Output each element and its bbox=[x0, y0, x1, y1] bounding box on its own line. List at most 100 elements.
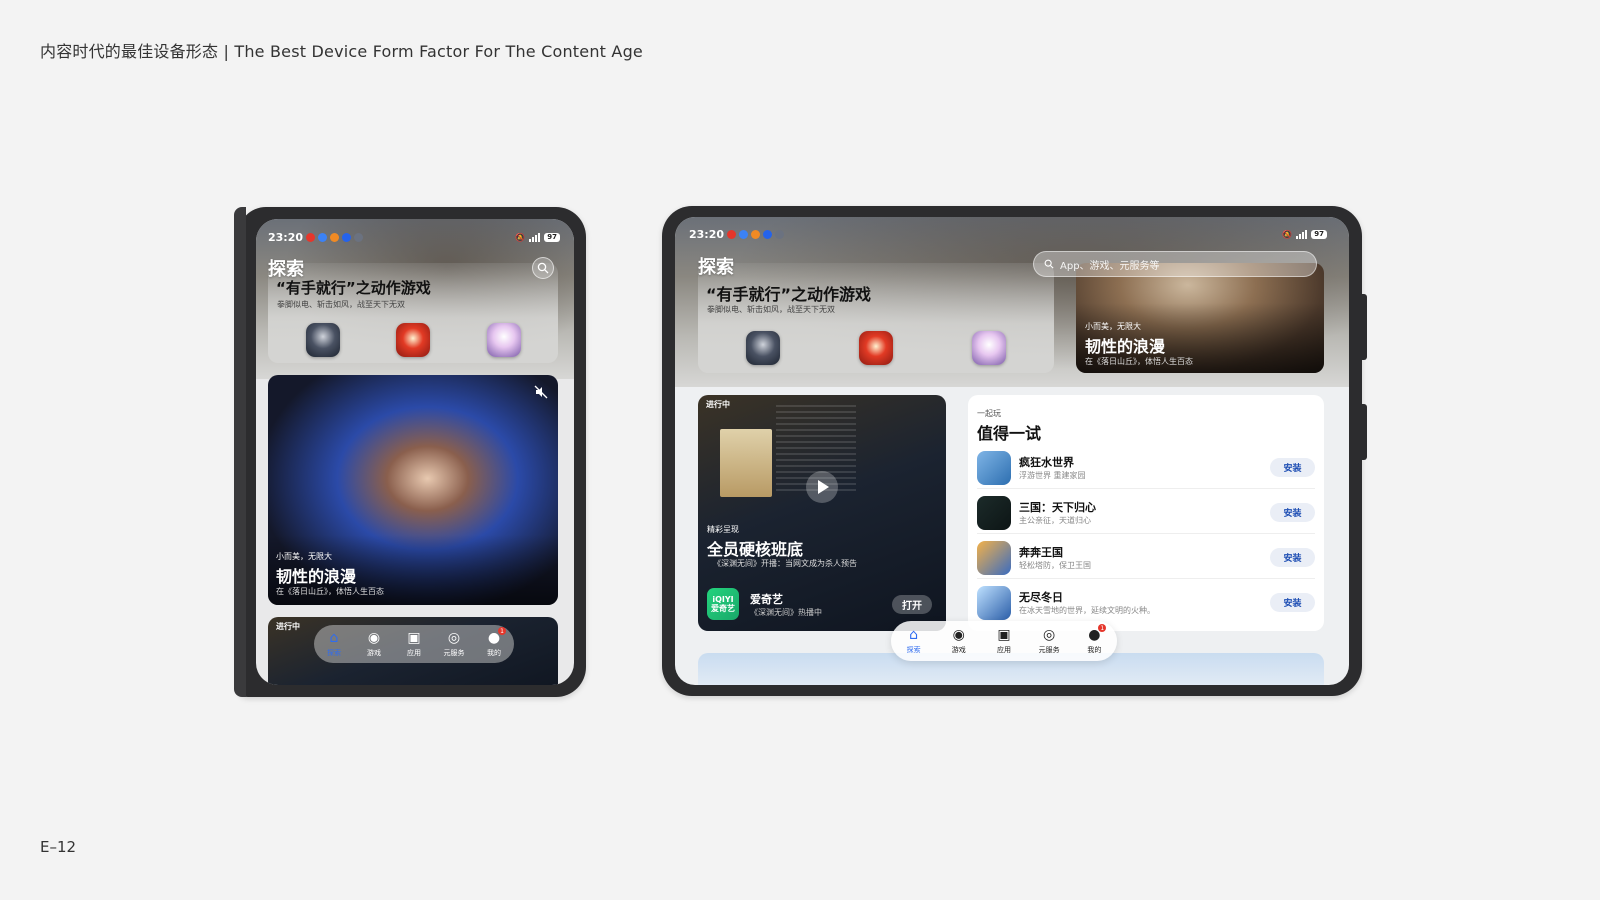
mute-icon[interactable] bbox=[534, 385, 548, 399]
signal-icon bbox=[1296, 229, 1308, 239]
app-name: 无尽冬日 bbox=[1019, 591, 1063, 604]
nav-item-profile[interactable]: ● 1 我的 bbox=[475, 627, 513, 658]
ongoing-app-name: 爱奇艺 bbox=[750, 593, 783, 606]
app-desc: 主公亲征，天道归心 bbox=[1019, 516, 1091, 525]
phone-screen: 23:20 🔕 97 探索 “有手就行”之动作游戏 拳脚似电、斩击如风，战至天下… bbox=[256, 219, 574, 685]
game-icon[interactable] bbox=[972, 331, 1006, 365]
install-button[interactable]: 安装 bbox=[1270, 548, 1315, 567]
signal-icon bbox=[529, 232, 541, 242]
battery-indicator: 97 bbox=[544, 232, 560, 242]
install-button[interactable]: 安装 bbox=[1270, 458, 1315, 477]
home-icon: ⌂ bbox=[909, 627, 919, 643]
list-item[interactable]: 三国：天下归心 主公亲征，天道归心 安装 bbox=[977, 490, 1315, 534]
tablet-device: 23:20 🔕 97 探索 App、游戏、元服务等 “有手就行”之动作游戏 拳脚… bbox=[662, 206, 1367, 696]
notification-icon bbox=[306, 232, 316, 242]
list-item[interactable]: 疯狂水世界 浮游世界 重建家园 安装 bbox=[977, 445, 1315, 489]
video-subtitle: 在《落日山丘》，体悟人生百态 bbox=[276, 587, 384, 596]
ongoing-app-desc: 《深渊无间》热播中 bbox=[750, 608, 822, 617]
video-card[interactable]: 小而美，无限大 韧性的浪漫 在《落日山丘》，体悟人生百态 bbox=[1076, 263, 1324, 373]
explore-title: 探索 bbox=[268, 259, 304, 280]
nav-item-services[interactable]: ◎ 元服务 bbox=[435, 630, 473, 658]
game-icon[interactable] bbox=[306, 323, 340, 357]
service-icon: ◎ bbox=[447, 630, 461, 646]
app-icon[interactable] bbox=[977, 586, 1011, 620]
status-bar: 23:20 🔕 97 bbox=[268, 229, 560, 245]
notification-icon bbox=[330, 232, 340, 242]
apps-icon: ▣ bbox=[407, 630, 421, 646]
search-icon bbox=[537, 262, 549, 274]
try-kicker: 一起玩 bbox=[977, 409, 1001, 418]
notification-icon bbox=[763, 229, 773, 239]
app-icon[interactable] bbox=[977, 541, 1011, 575]
nav-item-explore[interactable]: ⌂ 探索 bbox=[895, 627, 933, 655]
ongoing-kicker: 精彩呈现 bbox=[707, 525, 739, 534]
search-input[interactable]: App、游戏、元服务等 bbox=[1033, 251, 1317, 277]
nav-item-apps[interactable]: ▣ 应用 bbox=[985, 627, 1023, 655]
notification-badge: 1 bbox=[1098, 624, 1107, 632]
video-kicker: 小而美，无限大 bbox=[1085, 322, 1141, 331]
feature-subtitle: 拳脚似电、斩击如风，战至天下无双 bbox=[707, 305, 835, 314]
nav-item-profile[interactable]: ● 1 我的 bbox=[1075, 624, 1113, 655]
home-icon: ⌂ bbox=[329, 630, 339, 646]
bottom-nav: ⌂ 探索 ◉ 游戏 ▣ 应用 ◎ 元服务 ● 1 我的 bbox=[891, 621, 1117, 661]
feature-title: “有手就行”之动作游戏 bbox=[706, 285, 872, 304]
tablet-screen: 23:20 🔕 97 探索 App、游戏、元服务等 “有手就行”之动作游戏 拳脚… bbox=[675, 217, 1349, 685]
video-card[interactable]: 小而美，无限大 韧性的浪漫 在《落日山丘》，体悟人生百态 bbox=[268, 375, 558, 605]
phone-hinge bbox=[234, 207, 246, 697]
mute-icon: 🔕 bbox=[1282, 229, 1293, 239]
game-icon[interactable] bbox=[746, 331, 780, 365]
nav-item-games[interactable]: ◉ 游戏 bbox=[940, 627, 978, 655]
notification-icon bbox=[751, 229, 761, 239]
install-button[interactable]: 安装 bbox=[1270, 593, 1315, 612]
side-button bbox=[1361, 294, 1367, 360]
feature-card[interactable]: “有手就行”之动作游戏 拳脚似电、斩击如风，战至天下无双 bbox=[698, 263, 1054, 373]
feature-card[interactable]: “有手就行”之动作游戏 拳脚似电、斩击如风，战至天下无双 bbox=[268, 263, 558, 363]
app-icon[interactable] bbox=[977, 451, 1011, 485]
ongoing-badge: 进行中 bbox=[706, 400, 730, 409]
ongoing-card[interactable]: 进行中 精彩呈现 全员硬核班底 《深渊无间》开播：当网文成为杀人预告 iQIYI… bbox=[698, 395, 946, 631]
ongoing-title: 全员硬核班底 bbox=[707, 540, 804, 559]
ongoing-badge: 进行中 bbox=[276, 622, 300, 631]
mute-icon: 🔕 bbox=[515, 232, 526, 242]
notification-icon bbox=[727, 229, 737, 239]
status-time: 23:20 bbox=[268, 230, 304, 244]
app-name: 疯狂水世界 bbox=[1019, 456, 1074, 469]
game-icon[interactable] bbox=[396, 323, 430, 357]
side-button bbox=[1361, 404, 1367, 460]
install-button[interactable]: 安装 bbox=[1270, 503, 1315, 522]
nav-item-apps[interactable]: ▣ 应用 bbox=[395, 630, 433, 658]
game-icon[interactable] bbox=[487, 323, 521, 357]
iqiyi-app-icon[interactable]: iQIYI 爱奇艺 bbox=[707, 588, 739, 620]
nav-item-services[interactable]: ◎ 元服务 bbox=[1030, 627, 1068, 655]
service-icon: ◎ bbox=[1043, 627, 1056, 643]
app-desc: 在冰天雪地的世界，延续文明的火种。 bbox=[1019, 606, 1155, 615]
status-bar: 23:20 🔕 97 bbox=[689, 226, 1327, 242]
list-item[interactable]: 奔奔王国 轻松塔防，保卫王国 安装 bbox=[977, 535, 1315, 579]
list-item[interactable]: 无尽冬日 在冰天雪地的世界，延续文明的火种。 安装 bbox=[977, 580, 1315, 624]
notification-icon bbox=[342, 232, 352, 242]
nav-item-games[interactable]: ◉ 游戏 bbox=[355, 630, 393, 658]
play-button[interactable] bbox=[806, 471, 838, 503]
apps-icon: ▣ bbox=[997, 627, 1011, 643]
video-subtitle: 在《落日山丘》，体悟人生百态 bbox=[1085, 357, 1193, 366]
video-kicker: 小而美，无限大 bbox=[276, 552, 332, 561]
app-name: 奔奔王国 bbox=[1019, 546, 1063, 559]
search-button[interactable] bbox=[532, 257, 554, 279]
scene-window bbox=[720, 429, 772, 497]
app-desc: 浮游世界 重建家园 bbox=[1019, 471, 1086, 480]
explore-title: 探索 bbox=[698, 257, 734, 278]
notification-icon bbox=[775, 229, 785, 239]
open-button[interactable]: 打开 bbox=[892, 595, 932, 614]
notification-icon bbox=[318, 232, 328, 242]
search-placeholder: App、游戏、元服务等 bbox=[1060, 260, 1160, 272]
ongoing-subtitle: 《深渊无间》开播：当网文成为杀人预告 bbox=[713, 559, 857, 568]
try-title: 值得一试 bbox=[977, 424, 1042, 443]
app-icon[interactable] bbox=[977, 496, 1011, 530]
nav-item-explore[interactable]: ⌂ 探索 bbox=[315, 630, 353, 658]
feature-subtitle: 拳脚似电、斩击如风，战至天下无双 bbox=[277, 300, 405, 309]
app-desc: 轻松塔防，保卫王国 bbox=[1019, 561, 1091, 570]
app-name: 三国：天下归心 bbox=[1019, 501, 1096, 514]
game-icon[interactable] bbox=[859, 331, 893, 365]
gamepad-icon: ◉ bbox=[952, 627, 965, 643]
try-card: 一起玩 值得一试 疯狂水世界 浮游世界 重建家园 安装 三国：天下归心 主公亲征… bbox=[968, 395, 1324, 631]
